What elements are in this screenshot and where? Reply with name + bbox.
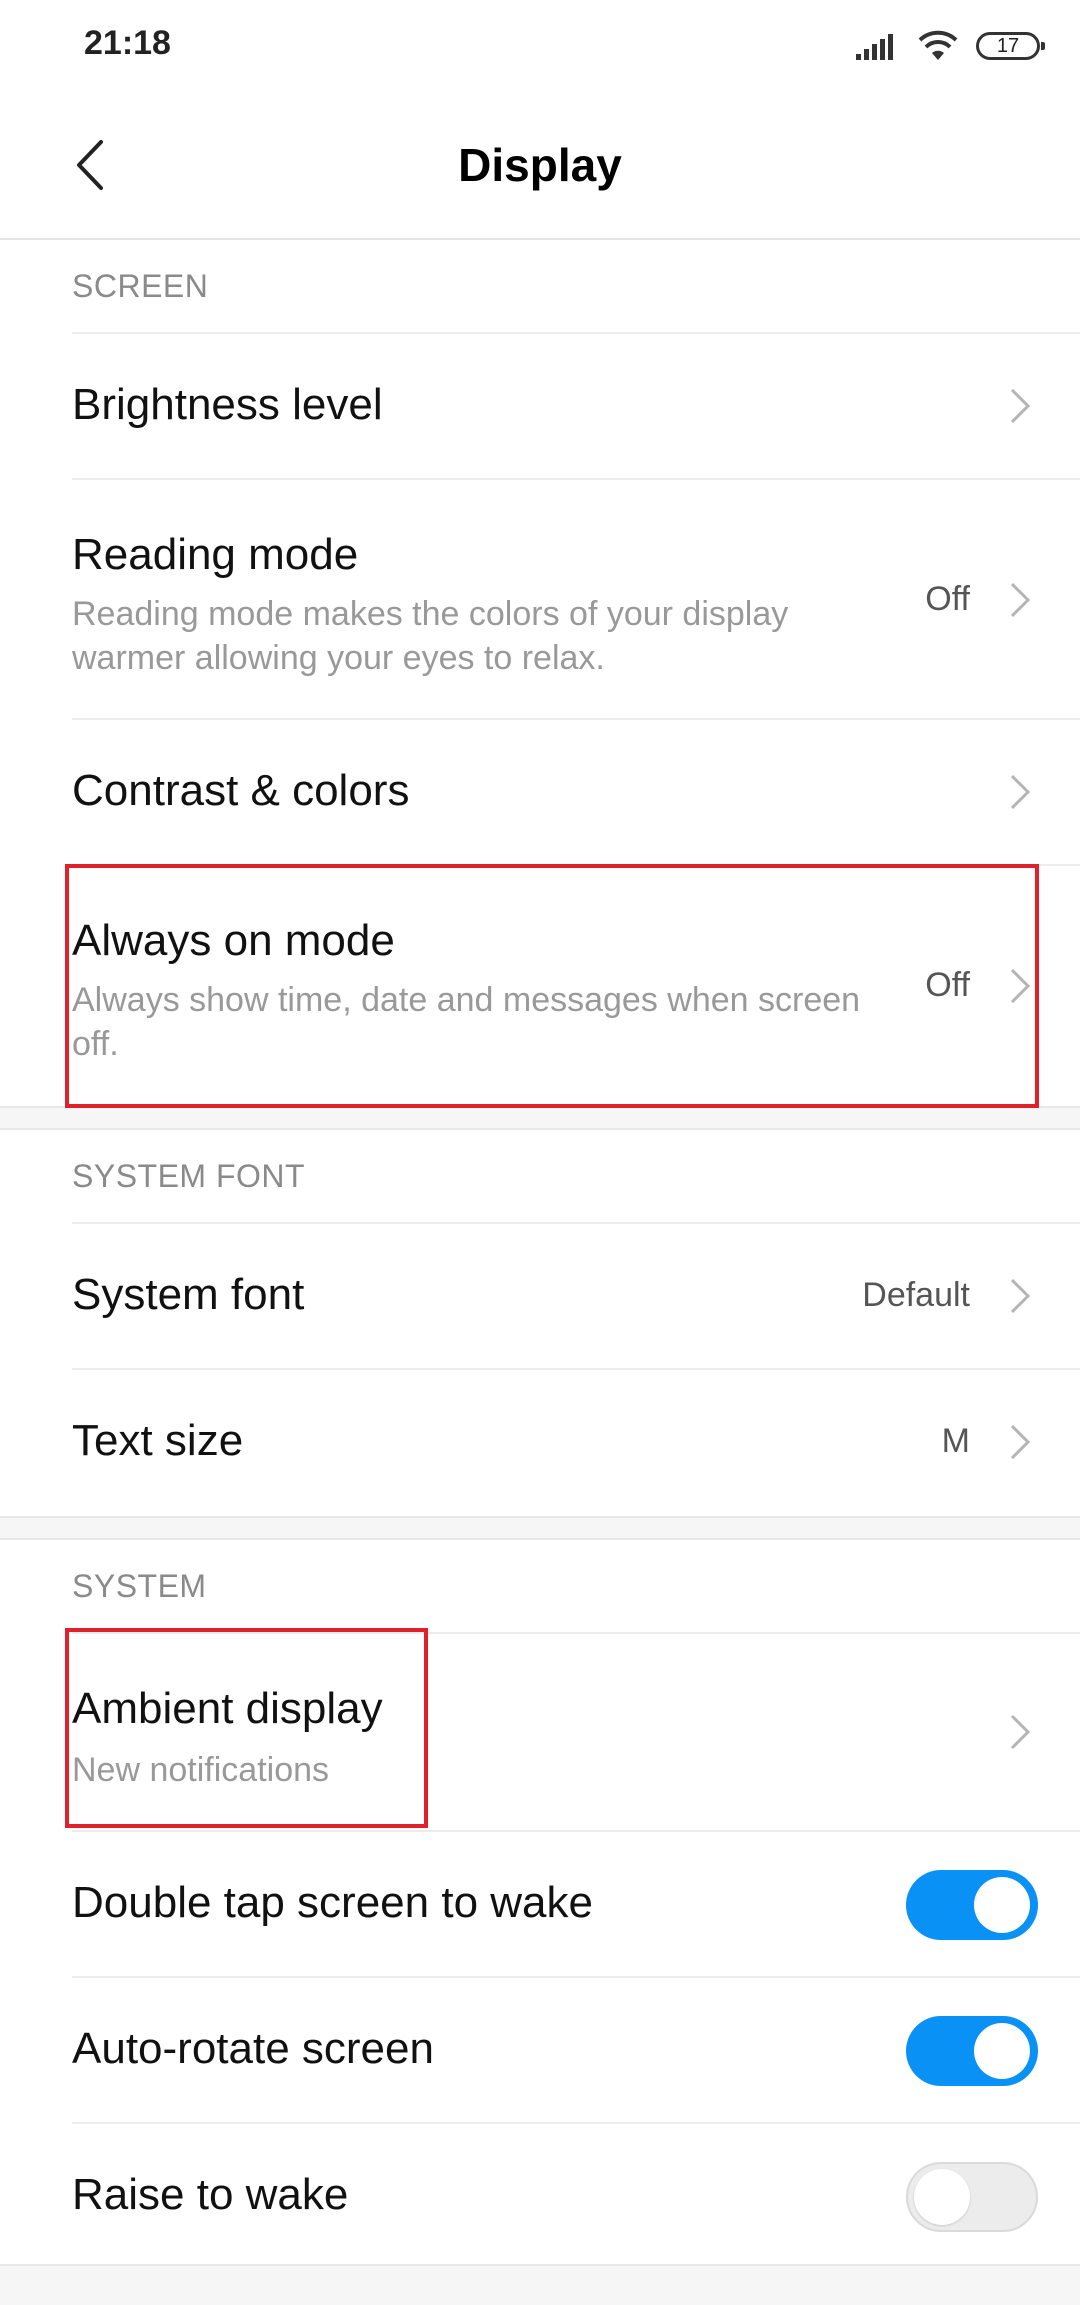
toggle-knob	[974, 1877, 1030, 1933]
setting-double-tap-to-wake[interactable]: Double tap screen to wake	[72, 1832, 1080, 1978]
toggle-knob	[974, 2023, 1030, 2079]
bottom-area	[0, 2264, 1080, 2305]
status-icons: 17	[856, 26, 1045, 66]
setting-value: Off	[925, 580, 970, 618]
setting-title: Contrast & colors	[72, 766, 410, 815]
setting-title: Double tap screen to wake	[72, 1878, 593, 1927]
setting-title: Reading mode	[72, 530, 359, 579]
setting-system-font[interactable]: System font Default	[72, 1224, 1080, 1370]
setting-value: M	[941, 1422, 970, 1460]
section-divider	[0, 1516, 1080, 1540]
section-system-font: SYSTEM FONT System font Default Text siz…	[0, 1130, 1080, 1516]
chevron-right-icon	[1010, 1424, 1031, 1460]
setting-text-size[interactable]: Text size M	[72, 1370, 1080, 1516]
chevron-right-icon	[1010, 1278, 1031, 1314]
setting-title: Brightness level	[72, 380, 383, 429]
setting-contrast-colors[interactable]: Contrast & colors	[72, 720, 1080, 866]
status-bar: 21:18 17	[0, 0, 1080, 90]
wifi-icon	[918, 30, 958, 60]
signal-icon	[856, 34, 893, 60]
section-header-screen: SCREEN	[72, 240, 1080, 334]
setting-title: Auto-rotate screen	[72, 2024, 434, 2073]
setting-auto-rotate[interactable]: Auto-rotate screen	[72, 1978, 1080, 2124]
double-tap-toggle[interactable]	[906, 1870, 1038, 1940]
chevron-right-icon	[1010, 582, 1031, 618]
page-title: Display	[458, 139, 622, 191]
title-bar: Display	[0, 90, 1080, 240]
setting-title: Text size	[72, 1416, 244, 1465]
toggle-knob	[914, 2169, 970, 2225]
section-header-system: SYSTEM	[72, 1540, 1080, 1634]
setting-title: System font	[72, 1270, 305, 1319]
chevron-right-icon	[1010, 1714, 1031, 1750]
setting-raise-to-wake[interactable]: Raise to wake	[72, 2124, 1080, 2270]
chevron-right-icon	[1010, 388, 1031, 424]
section-divider	[0, 1106, 1080, 1130]
setting-reading-mode[interactable]: Reading mode Reading mode makes the colo…	[72, 480, 1080, 720]
chevron-right-icon	[1010, 774, 1031, 810]
setting-value: Default	[862, 1276, 970, 1314]
setting-subtitle: Reading mode makes the colors of your di…	[72, 595, 789, 677]
highlight-box-always-on	[65, 864, 1039, 1108]
setting-title: Raise to wake	[72, 2170, 349, 2219]
auto-rotate-toggle[interactable]	[906, 2016, 1038, 2086]
section-header-system-font: SYSTEM FONT	[72, 1130, 1080, 1224]
status-time: 21:18	[84, 24, 171, 62]
setting-brightness-level[interactable]: Brightness level	[72, 334, 1080, 480]
raise-to-wake-toggle[interactable]	[906, 2162, 1038, 2232]
highlight-box-ambient	[65, 1628, 428, 1828]
battery-level: 17	[996, 34, 1020, 57]
battery-icon: 17	[976, 32, 1045, 60]
